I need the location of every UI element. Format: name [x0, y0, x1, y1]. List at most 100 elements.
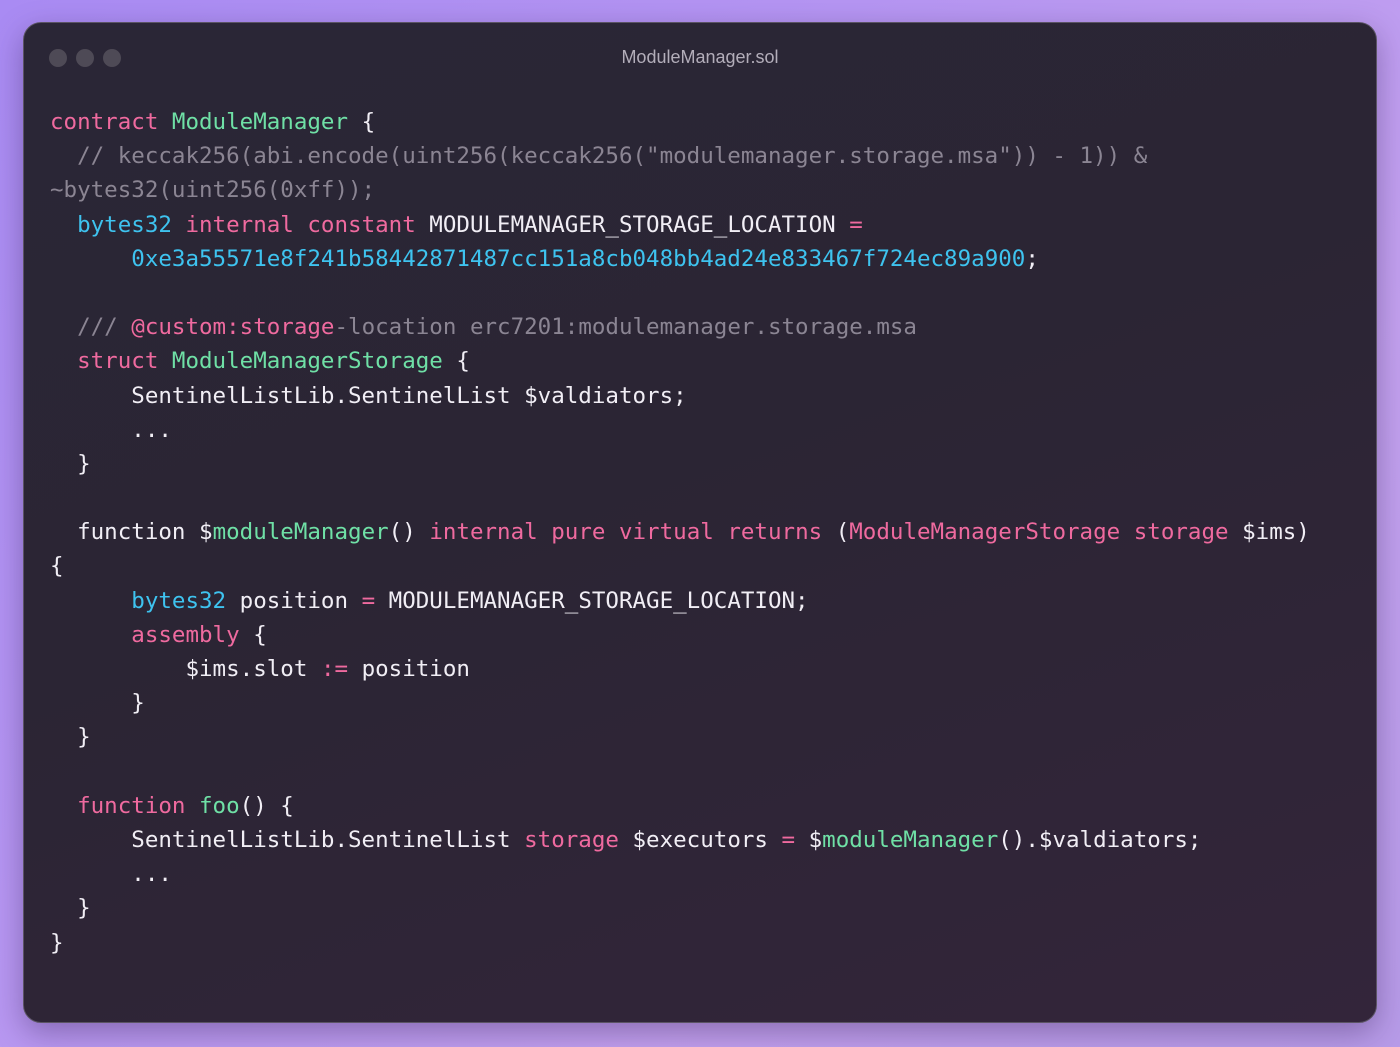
- code-text: {: [239, 621, 267, 648]
- code-type: bytes32: [131, 587, 227, 614]
- code-keyword: virtual: [618, 519, 714, 546]
- window-title: ModuleManager.sol: [621, 47, 779, 67]
- code-line: }: [50, 926, 1310, 960]
- code-line: assembly {: [50, 618, 1310, 652]
- code-text: MODULEMANAGER_STORAGE_LOCATION;: [375, 587, 809, 614]
- code-text: }: [50, 929, 64, 956]
- code-keyword: storage: [524, 826, 619, 853]
- code-text: $ims.slot: [50, 656, 321, 682]
- code-keyword: @custom:storage: [131, 314, 335, 341]
- code-text: {: [348, 109, 376, 135]
- code-line: /// @custom:storage-location erc7201:mod…: [50, 310, 1310, 344]
- code-keyword: assembly: [131, 621, 240, 648]
- code-line: $ims.slot := position: [50, 652, 1310, 686]
- code-comment: -location erc7201:modulemanager.storage.…: [334, 314, 917, 341]
- code-text: $executors: [618, 826, 782, 853]
- code-keyword: storage: [1133, 519, 1229, 546]
- code-line: }: [50, 686, 1310, 720]
- code-keyword: internal: [429, 519, 538, 546]
- code-text: function $: [50, 519, 213, 546]
- code-comment: // keccak256(abi.encode(uint256(keccak25…: [50, 143, 1148, 170]
- code-line: ...: [50, 857, 1310, 891]
- code-keyword: returns: [727, 519, 823, 546]
- code-text: (): [388, 519, 430, 546]
- code-line: }: [50, 720, 1310, 754]
- code-line: contract ModuleManager {: [50, 105, 1310, 139]
- code-comment: ~bytes32(uint256(0xff));: [50, 177, 376, 204]
- code-text: $: [795, 826, 823, 853]
- code-type: 0xe3a55571e8f241b58442871487cc151a8cb048…: [131, 245, 1026, 272]
- code-text: ;: [1025, 245, 1039, 272]
- code-identifier: moduleManager: [212, 519, 389, 546]
- code-text: SentinelListLib.SentinelList $valdiators…: [50, 382, 687, 409]
- code-line: bytes32 position = MODULEMANAGER_STORAGE…: [50, 584, 1310, 618]
- code-line: function foo() {: [50, 789, 1310, 823]
- code-line: // keccak256(abi.encode(uint256(keccak25…: [50, 139, 1310, 173]
- code-text: }: [50, 450, 91, 477]
- code-keyword: pure: [551, 519, 606, 546]
- code-identifier: ModuleManagerStorage: [171, 348, 443, 375]
- code-keyword: =: [849, 211, 863, 238]
- code-type: bytes32: [77, 211, 172, 238]
- code-line: SentinelListLib.SentinelList storage $ex…: [50, 823, 1310, 857]
- code-text: () {: [239, 792, 294, 819]
- code-identifier: foo: [199, 792, 240, 819]
- code-text: {: [442, 348, 470, 375]
- code-text: ...: [50, 416, 172, 443]
- code-line: ~bytes32(uint256(0xff));: [50, 173, 1310, 207]
- code-keyword: =: [781, 826, 796, 853]
- code-text: position: [348, 656, 470, 682]
- code-line: bytes32 internal constant MODULEMANAGER_…: [50, 208, 1310, 242]
- code-keyword: =: [361, 587, 376, 614]
- window-titlebar: ModuleManager.sol: [24, 23, 1376, 93]
- code-text: (: [822, 519, 850, 546]
- code-identifier: ModuleManager: [171, 109, 349, 135]
- code-line: ...: [50, 413, 1310, 447]
- code-keyword: struct: [77, 348, 159, 375]
- code-line: function $moduleManager() internal pure …: [50, 515, 1310, 549]
- code-keyword: constant: [307, 211, 416, 238]
- code-line: }: [50, 891, 1310, 925]
- code-text: {: [50, 553, 64, 580]
- code-text: ...: [50, 861, 172, 888]
- code-block[interactable]: contract ModuleManager { // keccak256(ab…: [50, 105, 1310, 960]
- code-keyword: :=: [320, 656, 349, 682]
- code-line: 0xe3a55571e8f241b58442871487cc151a8cb048…: [50, 242, 1310, 276]
- code-text: }: [50, 724, 91, 751]
- code-keyword: ModuleManagerStorage: [849, 519, 1121, 546]
- code-text: MODULEMANAGER_STORAGE_LOCATION: [415, 211, 850, 238]
- code-line: {: [50, 549, 1310, 583]
- code-window: ModuleManager.sol contract ModuleManager…: [23, 22, 1377, 1023]
- code-text: }: [50, 690, 145, 717]
- code-keyword: function: [77, 792, 186, 819]
- code-comment: ///: [50, 314, 132, 341]
- code-line: SentinelListLib.SentinelList $valdiators…: [50, 379, 1310, 413]
- code-text: SentinelListLib.SentinelList: [50, 826, 525, 853]
- code-text: position: [226, 587, 362, 614]
- code-keyword: contract: [50, 109, 159, 135]
- code-text: ().$valdiators;: [998, 826, 1202, 853]
- code-text: $ims): [1228, 519, 1310, 546]
- code-text: }: [50, 895, 91, 922]
- code-identifier: moduleManager: [822, 826, 999, 853]
- code-keyword: internal: [185, 211, 294, 238]
- code-line: struct ModuleManagerStorage {: [50, 344, 1310, 378]
